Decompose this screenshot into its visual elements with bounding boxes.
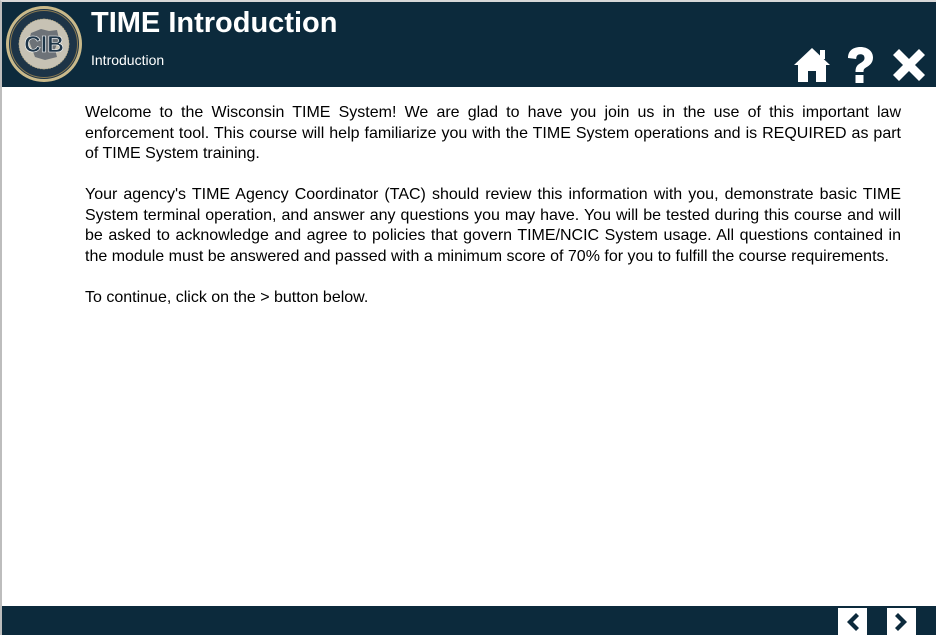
- intro-paragraph-continue: To continue, click on the > button below…: [85, 288, 369, 306]
- course-content: Welcome to the Wisconsin TIME System! We…: [85, 103, 901, 308]
- svg-text:CIB: CIB: [24, 31, 64, 57]
- page-title: TIME Introduction: [91, 7, 338, 39]
- header-bar: CIB TIME Introduction Introduction: [2, 2, 936, 87]
- intro-paragraph-tac: Your agency's TIME Agency Coordinator (T…: [85, 186, 901, 265]
- help-button[interactable]: [840, 45, 880, 85]
- intro-paragraph-welcome: Welcome to the Wisconsin TIME System! We…: [85, 104, 901, 162]
- home-icon: [794, 48, 830, 82]
- footer-bar: [2, 606, 936, 635]
- cib-seal-logo: CIB: [5, 5, 83, 83]
- chevron-right-icon: [895, 613, 907, 631]
- next-button[interactable]: [886, 607, 917, 635]
- close-button[interactable]: [889, 45, 929, 85]
- previous-button[interactable]: [837, 607, 868, 635]
- chevron-left-icon: [847, 613, 859, 631]
- section-subtitle: Introduction: [91, 52, 165, 68]
- home-button[interactable]: [792, 45, 832, 85]
- course-window: CIB TIME Introduction Introduction Welco…: [0, 0, 936, 635]
- question-mark-icon: [848, 47, 873, 83]
- close-x-icon: [893, 49, 925, 81]
